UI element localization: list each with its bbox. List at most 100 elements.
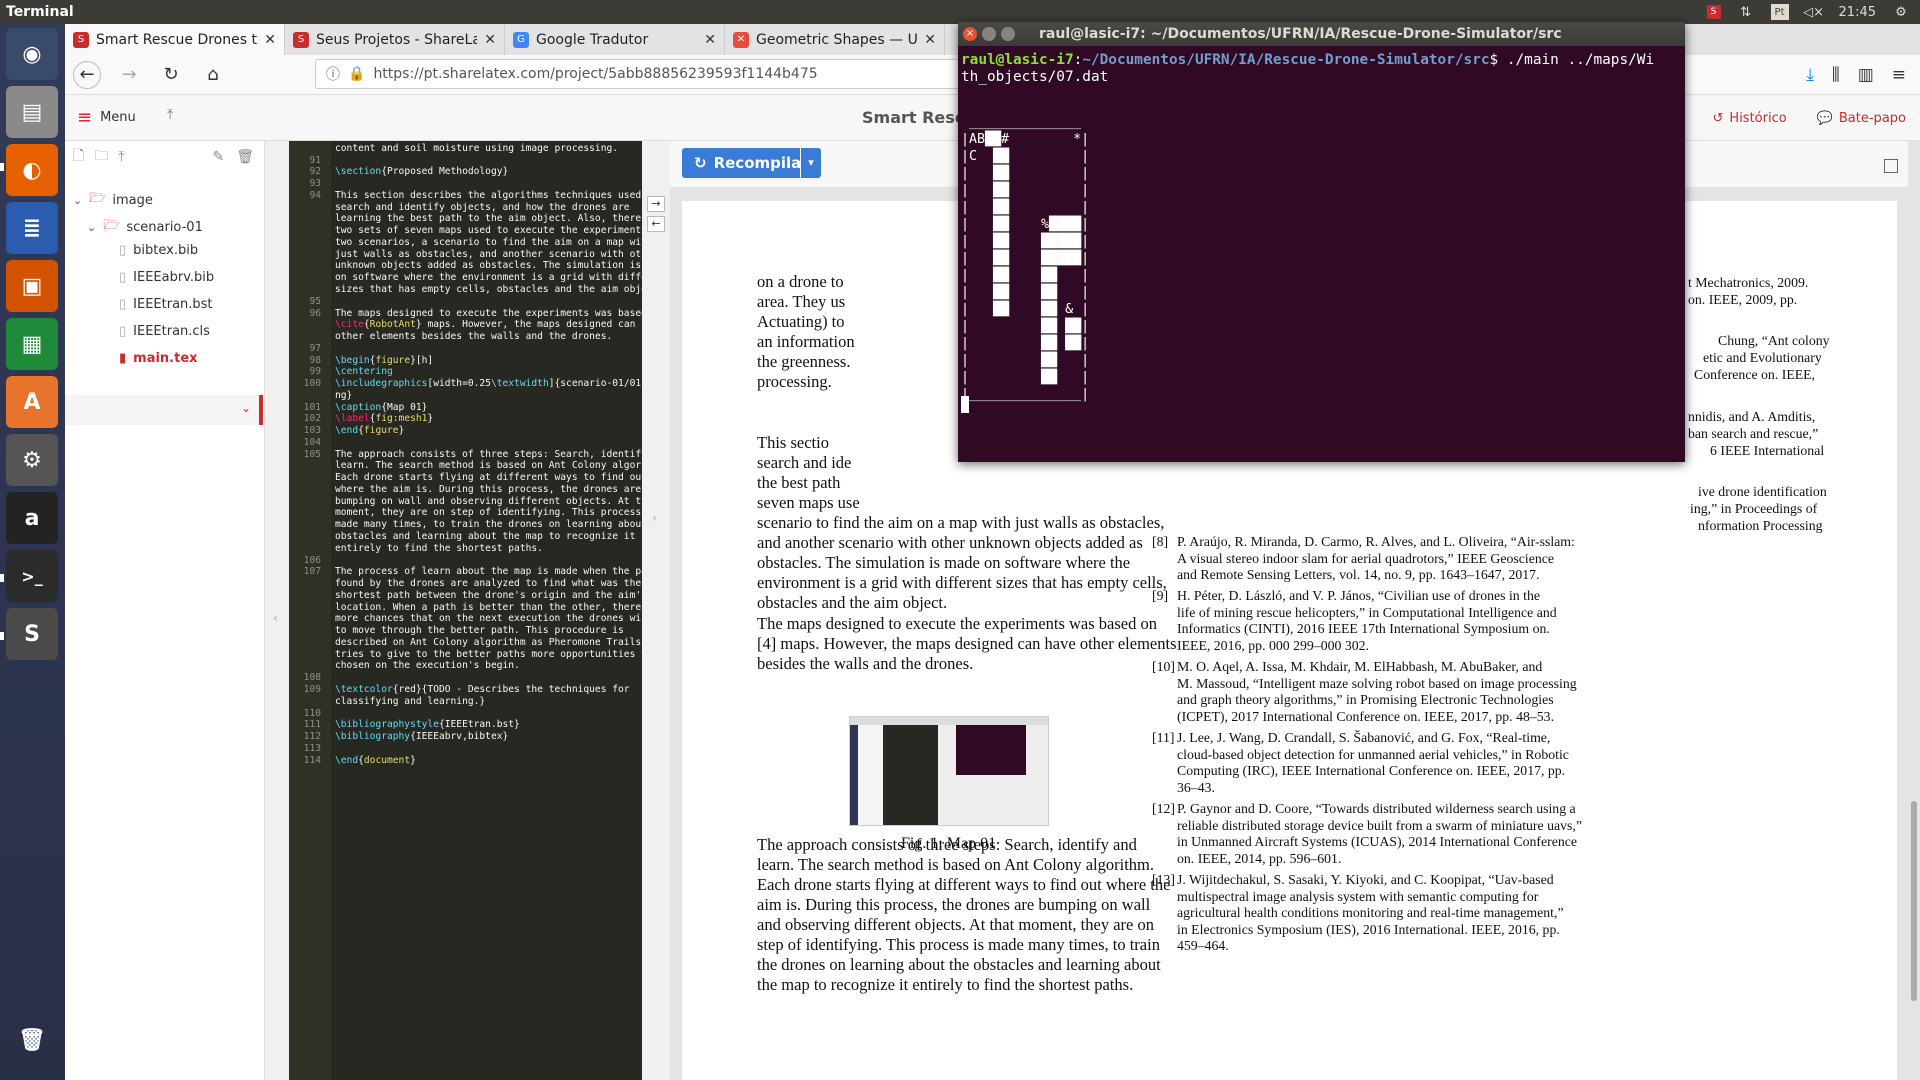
network-icon[interactable]: ⇅ (1737, 4, 1755, 20)
browser-tab[interactable]: ✕ Geometric Shapes — Un ✕ (725, 24, 945, 55)
tab-label: Seus Projetos - ShareLa (316, 31, 478, 48)
ubuntu-dash-icon[interactable]: ◉ (6, 28, 58, 80)
browser-tab[interactable]: G Google Tradutor ✕ (505, 24, 725, 55)
writer-icon[interactable]: ≣ (6, 202, 58, 254)
file-tree-item[interactable]: ▮ main.tex (101, 351, 198, 366)
file-tree-splitter[interactable]: ‹ (265, 141, 289, 1080)
collapse-right-icon[interactable]: › (652, 511, 657, 525)
code-line: 102 \label{fig:mesh1} (289, 413, 642, 425)
sync-to-pdf-icon[interactable]: → (647, 196, 665, 212)
code-line: 92 \section{Proposed Methodology} (289, 166, 642, 178)
code-text: two scenarios, a scenario to find the ai… (335, 237, 642, 248)
close-tab-icon[interactable]: ✕ (704, 32, 716, 48)
line-number: 109 (303, 684, 321, 695)
file-tree-item[interactable]: ▯ IEEEtran.cls (101, 324, 210, 339)
pdf-text-line: Each drone starts flying at different wa… (757, 875, 1171, 894)
url-bar[interactable]: ⓘ 🔒 https://pt.sharelatex.com/project/5a… (315, 59, 1015, 89)
chevron-down-icon[interactable]: ⌄ (87, 221, 96, 234)
code-line: 104 (289, 437, 642, 449)
code-text: found by the drones are analyzed to find… (335, 578, 642, 589)
home-button[interactable]: ⌂ (199, 61, 227, 89)
info-icon[interactable]: ⓘ (326, 64, 340, 84)
reference-line: IEEE, 2016, pp. 000 299–000 302. (1177, 637, 1369, 653)
files-icon[interactable]: ▤ (6, 86, 58, 138)
recompile-dropdown[interactable]: ▾ (801, 148, 821, 178)
code-text: learning the best path to the aim object… (335, 213, 642, 224)
recompile-button[interactable]: ↻ Recompilar (682, 148, 809, 178)
terminal-icon[interactable]: >_ (6, 550, 58, 602)
reload-button[interactable]: ↻ (157, 61, 185, 89)
chevron-down-icon[interactable]: ⌄ (73, 194, 82, 207)
close-tab-icon[interactable]: ✕ (264, 32, 276, 48)
chevron-down-icon[interactable]: ⌄ (241, 401, 251, 415)
forward-button[interactable]: → (115, 61, 143, 89)
code-text: ng} (335, 390, 353, 401)
line-number: 114 (303, 755, 321, 766)
new-file-icon[interactable]: 🗋 (73, 145, 84, 169)
clock[interactable]: 21:45 (1839, 5, 1876, 20)
sublime-icon[interactable]: S (6, 608, 58, 660)
editor-pdf-splitter[interactable]: → ← › (642, 141, 670, 1080)
collapse-left-icon[interactable]: ‹ (273, 611, 278, 625)
terminal-window[interactable]: × raul@lasic-i7: ~/Documentos/UFRN/IA/Re… (958, 22, 1685, 462)
browser-tab[interactable]: S Seus Projetos - ShareLa ✕ (285, 24, 505, 55)
pdf-text-line: etic and Evolutionary (1703, 350, 1822, 365)
amazon-icon[interactable]: a (6, 492, 58, 544)
browser-tab[interactable]: S Smart Rescue Drones to ✕ (65, 24, 285, 55)
code-text: more chances that on the next execution … (335, 613, 642, 624)
code-text: moment, they are on step of identifying.… (335, 507, 642, 518)
sidebar-icon[interactable]: ▥ (1858, 65, 1874, 85)
back-button[interactable]: ← (73, 60, 101, 89)
terminal-titlebar[interactable]: × raul@lasic-i7: ~/Documentos/UFRN/IA/Re… (958, 22, 1685, 46)
trash-icon[interactable]: 🗑 (6, 1014, 58, 1066)
chat-button[interactable]: 💬 Bate-papo (1817, 111, 1906, 126)
code-text: described on Ant Colony algorithm as Phe… (335, 637, 642, 648)
terminal-cursor (961, 396, 969, 413)
software-center-icon[interactable]: A (6, 376, 58, 428)
file-tree-item[interactable]: ▯ IEEEtran.bst (101, 297, 213, 312)
reference-line: Informatics (CINTI), 2016 IEEE 17th Inte… (1177, 621, 1550, 636)
code-line: where the aim is. During this process, t… (289, 484, 642, 496)
upload-icon[interactable]: ⤒ (118, 149, 124, 165)
maximize-window-icon[interactable] (1001, 27, 1015, 41)
downloads-icon[interactable]: ⤓ (1806, 65, 1814, 85)
file-tree-item[interactable]: ⌄ 🗁 image (73, 189, 153, 211)
file-tree-item[interactable]: ⌄ 🗁 scenario-01 (87, 216, 203, 238)
pdf-text-line: Conference on. IEEE, (1694, 367, 1816, 382)
impress-icon[interactable]: ▣ (6, 260, 58, 312)
close-window-icon[interactable]: × (963, 27, 977, 41)
up-arrow-icon[interactable]: ⤒ (167, 107, 173, 123)
code-line: 109 \textcolor{red}{TODO - Describes the … (289, 684, 642, 696)
folder-icon: 🗁 (103, 218, 120, 233)
reference-line: in Unmanned Aircraft Systems (ICUAS), 20… (1177, 834, 1578, 849)
file-tree-item[interactable]: ▯ bibtex.bib (101, 243, 198, 258)
settings-icon[interactable]: ⚙ (6, 434, 58, 486)
code-text: Each drone starts flying at different wa… (335, 472, 642, 483)
code-text: \textcolor{red}{TODO - Describes the tec… (335, 684, 630, 695)
calc-icon[interactable]: ▦ (6, 318, 58, 370)
close-tab-icon[interactable]: ✕ (924, 32, 936, 48)
sync-to-code-icon[interactable]: ← (647, 216, 665, 232)
firefox-icon[interactable]: ◐ (6, 144, 58, 196)
power-gear-icon[interactable]: ⚙ (1892, 4, 1910, 20)
library-icon[interactable]: ⫼ (1832, 65, 1840, 85)
close-tab-icon[interactable]: ✕ (484, 32, 496, 48)
pdf-text-line: nnidis, and A. Amditis, (1688, 409, 1816, 424)
history-button[interactable]: ↺ Histórico (1713, 111, 1787, 126)
rename-icon[interactable]: ✎ (212, 149, 224, 165)
volume-icon[interactable]: ◁× (1803, 4, 1824, 20)
maximize-icon[interactable] (1884, 159, 1898, 173)
pdf-text-line: ban search and rescue,” (1688, 426, 1819, 441)
keyboard-layout-indicator[interactable]: Pt (1770, 4, 1789, 20)
minimize-window-icon[interactable] (982, 27, 996, 41)
reference-line: and graph theory algorithms,” in Promisi… (1177, 692, 1554, 707)
file-tree-item[interactable]: ▯ IEEEabrv.bib (101, 270, 214, 285)
code-editor[interactable]: content and soil moisture using image pr… (289, 141, 642, 1080)
notification-icon[interactable]: S (1706, 5, 1721, 19)
scrollbar-thumb[interactable] (1911, 801, 1917, 1001)
pdf-scrollbar[interactable] (1908, 141, 1920, 1080)
new-folder-icon[interactable]: 🗀 (94, 145, 108, 169)
menu-button[interactable]: ≡ Menu (77, 107, 136, 128)
delete-icon[interactable]: 🗑 (236, 149, 254, 165)
hamburger-menu-icon[interactable]: ≡ (1892, 65, 1906, 85)
